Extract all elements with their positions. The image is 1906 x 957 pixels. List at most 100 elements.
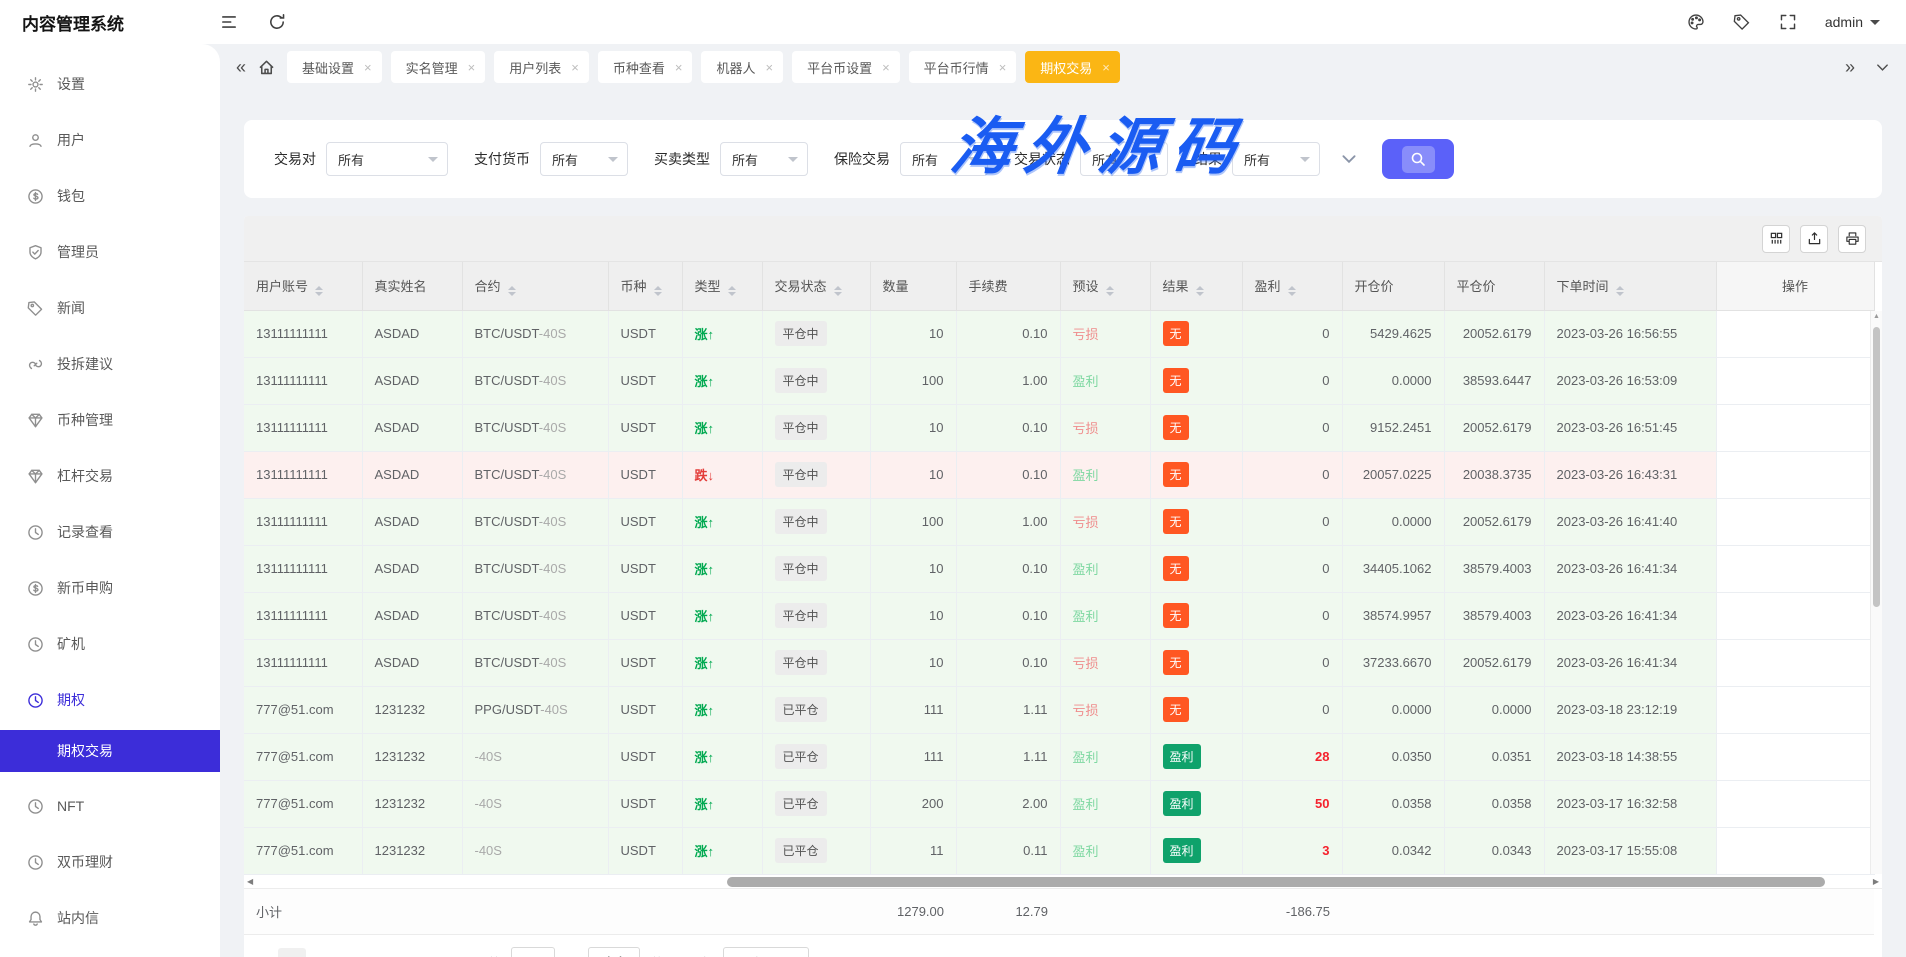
sort-carets-icon[interactable] — [508, 286, 516, 296]
sidebar-item-ico[interactable]: 新币申购 — [0, 560, 220, 616]
scroll-left-arrow-icon[interactable]: ◀ — [247, 877, 253, 886]
cell-actions[interactable] — [1716, 639, 1874, 686]
refresh-icon[interactable] — [268, 13, 286, 31]
sort-carets-icon[interactable] — [315, 286, 323, 296]
sort-carets-icon[interactable] — [1196, 286, 1204, 296]
search-button[interactable] — [1382, 139, 1454, 179]
horizontal-scrollbar-thumb[interactable] — [727, 877, 1824, 887]
tab-close-icon[interactable]: × — [999, 60, 1007, 75]
sidebar-item-nft[interactable]: NFT — [0, 778, 220, 834]
col-contract[interactable]: 合约 — [462, 262, 608, 310]
filter-select-status[interactable]: 所有 — [1080, 142, 1168, 176]
collapse-menu-icon[interactable] — [220, 13, 238, 31]
col-type[interactable]: 类型 — [682, 262, 762, 310]
vertical-scrollbar[interactable]: ▲ — [1870, 311, 1882, 874]
horizontal-scrollbar[interactable]: ◀ ▶ — [244, 875, 1882, 889]
sidebar-item-records[interactable]: 记录查看 — [0, 504, 220, 560]
col-coin[interactable]: 币种 — [608, 262, 682, 310]
cell-actions[interactable] — [1716, 310, 1874, 357]
sidebar-item-wallet[interactable]: 钱包 — [0, 168, 220, 224]
cell-actions[interactable] — [1716, 498, 1874, 545]
columns-setting-icon[interactable] — [1762, 225, 1790, 253]
tabs-menu-icon[interactable] — [1875, 60, 1890, 75]
sidebar-item-message[interactable]: 站内信 — [0, 890, 220, 946]
theme-palette-icon[interactable] — [1687, 13, 1705, 31]
tab-close-icon[interactable]: × — [765, 60, 773, 75]
sidebar-item-coins[interactable]: 币种管理 — [0, 392, 220, 448]
sidebar-item-settings[interactable]: 设置 — [0, 56, 220, 112]
cell-actions[interactable] — [1716, 404, 1874, 451]
col-preset[interactable]: 预设 — [1060, 262, 1150, 310]
cell-actions[interactable] — [1716, 451, 1874, 498]
cell-actions[interactable] — [1716, 592, 1874, 639]
page-size-select[interactable]: 20 条/页 ∨ — [723, 947, 810, 957]
user-menu[interactable]: admin — [1825, 14, 1880, 30]
tab-用户列表[interactable]: 用户列表× — [494, 51, 589, 83]
page-button-2[interactable]: 2 — [314, 948, 342, 957]
col-status[interactable]: 交易状态 — [762, 262, 870, 310]
col-profit[interactable]: 盈利 — [1242, 262, 1342, 310]
tab-平台币设置[interactable]: 平台币设置× — [792, 51, 900, 83]
sidebar-item-options[interactable]: 期权 — [0, 672, 220, 728]
filter-select-insurance[interactable]: 所有 — [900, 142, 988, 176]
filter-collapse-icon[interactable] — [1340, 150, 1358, 168]
sidebar-item-dual[interactable]: 双币理财 — [0, 834, 220, 890]
tab-实名管理[interactable]: 实名管理× — [391, 51, 486, 83]
sort-carets-icon[interactable] — [1106, 286, 1114, 296]
print-icon[interactable] — [1838, 225, 1866, 253]
tabs-scroll-left-icon[interactable]: « — [236, 58, 246, 76]
tabs-scroll-right-icon[interactable]: » — [1845, 58, 1855, 76]
filter-select-pay-coin[interactable]: 所有 — [540, 142, 628, 176]
tab-close-icon[interactable]: × — [882, 60, 890, 75]
tab-close-icon[interactable]: × — [1102, 60, 1110, 75]
sidebar-subitem-option-trade[interactable]: 期权交易 — [0, 730, 220, 772]
cell-actions[interactable] — [1716, 827, 1874, 874]
prev-page-icon[interactable]: ‹ — [262, 954, 268, 957]
scroll-up-arrow-icon[interactable]: ▲ — [1871, 313, 1882, 320]
fullscreen-icon[interactable] — [1779, 13, 1797, 31]
page-button-1[interactable]: 1 — [278, 948, 306, 957]
home-icon[interactable] — [257, 58, 276, 77]
tab-期权交易[interactable]: 期权交易× — [1025, 51, 1120, 83]
sort-carets-icon[interactable] — [1616, 286, 1624, 296]
cell-actions[interactable] — [1716, 357, 1874, 404]
scroll-right-arrow-icon[interactable]: ▶ — [1873, 877, 1879, 886]
cell-actions[interactable] — [1716, 780, 1874, 827]
filter-select-side[interactable]: 所有 — [720, 142, 808, 176]
tab-机器人[interactable]: 机器人× — [701, 51, 783, 83]
cell-actions[interactable] — [1716, 686, 1874, 733]
tab-币种查看[interactable]: 币种查看× — [598, 51, 693, 83]
sidebar-item-label: 记录查看 — [57, 522, 113, 542]
sort-carets-icon[interactable] — [1288, 286, 1296, 296]
sidebar-item-admins[interactable]: 管理员 — [0, 224, 220, 280]
sidebar-item-leverage[interactable]: 杠杆交易 — [0, 448, 220, 504]
sidebar-item-users[interactable]: 用户 — [0, 112, 220, 168]
tag-icon[interactable] — [1733, 13, 1751, 31]
sidebar-item-news[interactable]: 新闻 — [0, 280, 220, 336]
vertical-scrollbar-thumb[interactable] — [1873, 327, 1880, 607]
next-page-icon[interactable]: › — [460, 954, 466, 957]
cell-actions[interactable] — [1716, 545, 1874, 592]
cell-actions[interactable] — [1716, 733, 1874, 780]
sidebar-item-feedback[interactable]: 投拆建议 — [0, 336, 220, 392]
export-icon[interactable] — [1800, 225, 1828, 253]
tab-基础设置[interactable]: 基础设置× — [287, 51, 382, 83]
col-account[interactable]: 用户账号 — [244, 262, 362, 310]
page-button-3[interactable]: 3 — [350, 948, 378, 957]
col-time[interactable]: 下单时间 — [1544, 262, 1716, 310]
sort-carets-icon[interactable] — [654, 286, 662, 296]
goto-page-input[interactable]: 1 — [511, 947, 555, 957]
sort-carets-icon[interactable] — [834, 286, 842, 296]
tab-close-icon[interactable]: × — [675, 60, 683, 75]
tab-close-icon[interactable]: × — [468, 60, 476, 75]
page-button-165[interactable]: 165 — [422, 948, 450, 957]
sort-carets-icon[interactable] — [728, 286, 736, 296]
tab-平台币行情[interactable]: 平台币行情× — [909, 51, 1017, 83]
filter-select-pair[interactable]: 所有 — [326, 142, 448, 176]
col-result[interactable]: 结果 — [1150, 262, 1242, 310]
tab-close-icon[interactable]: × — [571, 60, 579, 75]
goto-confirm-button[interactable]: 确定 — [588, 947, 640, 957]
tab-close-icon[interactable]: × — [364, 60, 372, 75]
filter-select-result[interactable]: 所有 — [1232, 142, 1320, 176]
sidebar-item-miner[interactable]: 矿机 — [0, 616, 220, 672]
